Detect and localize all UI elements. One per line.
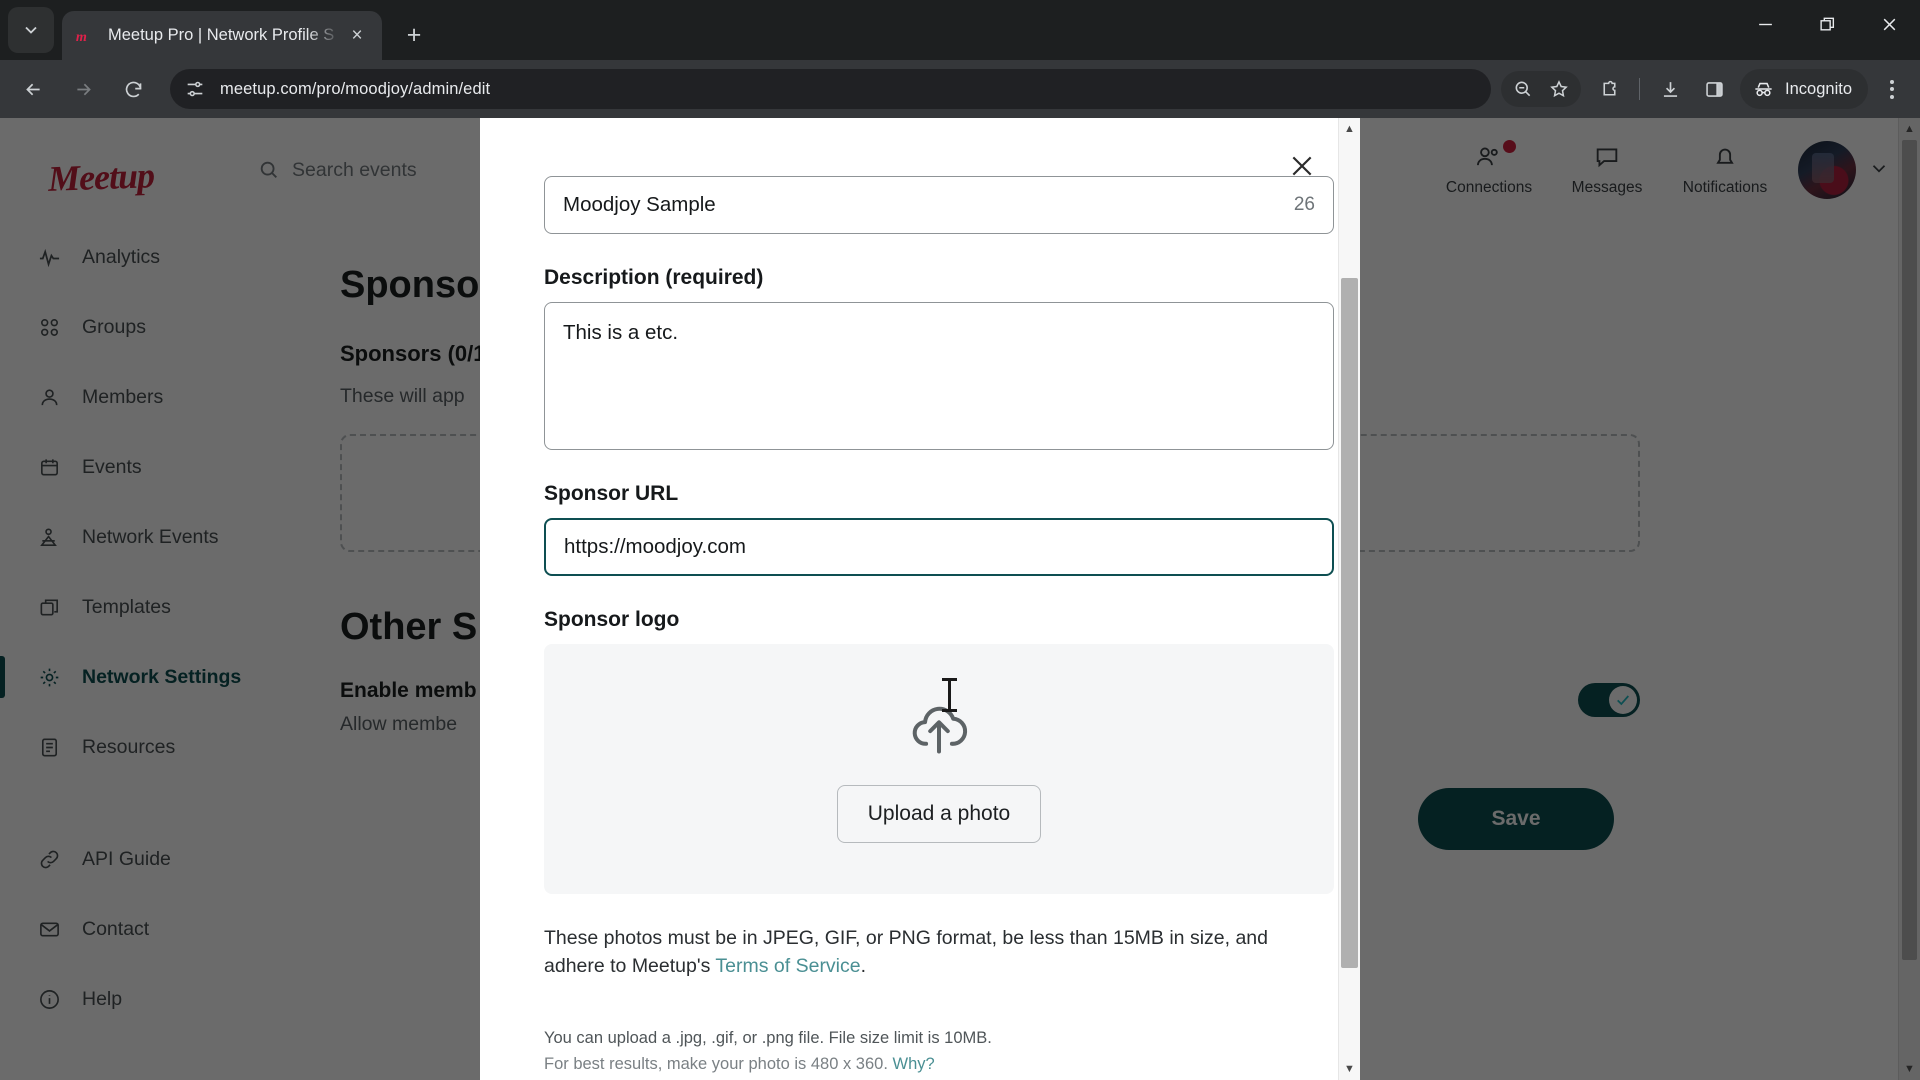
minimize-button[interactable] xyxy=(1734,0,1796,48)
sponsor-url-value: https://moodjoy.com xyxy=(564,535,746,558)
modal-scroll-down-arrow[interactable]: ▼ xyxy=(1339,1058,1360,1080)
close-modal-button[interactable] xyxy=(1282,146,1322,186)
back-button[interactable] xyxy=(11,67,55,111)
zoom-out-button[interactable] xyxy=(1505,71,1541,107)
extensions-icon xyxy=(1602,80,1616,96)
back-arrow-icon xyxy=(25,83,40,95)
modal-scroll-up-arrow[interactable]: ▲ xyxy=(1339,118,1360,140)
maximize-button[interactable] xyxy=(1796,0,1858,48)
best-results-line: For best results, make your photo is 480… xyxy=(544,1051,1334,1077)
sponsor-logo-label: Sponsor logo xyxy=(544,608,680,631)
browser-window: m Meetup Pro | Network Profile S × + mee… xyxy=(0,0,1920,1080)
sponsor-url-label: Sponsor URL xyxy=(544,482,679,505)
bookmark-button[interactable] xyxy=(1541,71,1577,107)
close-tab-button[interactable]: × xyxy=(344,23,370,49)
side-panel-icon xyxy=(1705,81,1723,97)
downloads-icon xyxy=(1663,81,1677,97)
bookmark-star-icon xyxy=(1550,80,1568,98)
browser-toolbar: meetup.com/pro/moodjoy/admin/edit Incogn… xyxy=(0,60,1920,118)
side-panel-button[interactable] xyxy=(1693,68,1735,110)
best-results-text: For best results, make your photo is 480… xyxy=(544,1054,893,1073)
minimize-icon xyxy=(1758,23,1772,25)
new-tab-button[interactable]: + xyxy=(394,15,434,55)
upload-limit-line: You can upload a .jpg, .gif, or .png fil… xyxy=(544,1028,992,1047)
tab-title: Meetup Pro | Network Profile S xyxy=(108,26,335,44)
description-label: Description (required) xyxy=(544,266,764,289)
meetup-logo-icon: m xyxy=(76,29,87,45)
upload-limits-note: You can upload a .jpg, .gif, or .png fil… xyxy=(544,1025,1334,1078)
window-controls xyxy=(1734,0,1920,48)
description-value: This is a etc. xyxy=(563,321,679,344)
sponsor-name-input[interactable]: Moodjoy Sample 26 xyxy=(544,176,1334,234)
character-count: 26 xyxy=(1293,194,1315,215)
close-icon xyxy=(1883,18,1895,30)
restore-icon xyxy=(1819,17,1834,31)
reload-button[interactable] xyxy=(111,67,155,111)
omnibox-actions xyxy=(1501,71,1582,107)
url-text: meetup.com/pro/moodjoy/admin/edit xyxy=(220,79,491,98)
text-cursor xyxy=(942,678,957,712)
close-window-button[interactable] xyxy=(1858,0,1920,48)
downloads-button[interactable] xyxy=(1649,68,1691,110)
logo-dropzone[interactable]: Upload a photo xyxy=(544,644,1334,894)
toolbar-divider xyxy=(1639,78,1641,100)
menu-dot xyxy=(1890,94,1894,99)
zoom-out-icon xyxy=(1515,81,1531,97)
why-link[interactable]: Why? xyxy=(893,1055,935,1073)
edit-sponsor-modal: Moodjoy Sample 26 Description (required)… xyxy=(480,118,1360,1080)
chrome-menu-button[interactable] xyxy=(1872,69,1912,109)
upload-photo-button[interactable]: Upload a photo xyxy=(836,784,1042,843)
photo-format-note: These photos must be in JPEG, GIF, or PN… xyxy=(544,924,1334,981)
forward-arrow-icon xyxy=(76,83,91,95)
browser-tab[interactable]: m Meetup Pro | Network Profile S × xyxy=(62,11,382,60)
tab-search-button[interactable] xyxy=(8,7,54,53)
description-textarea[interactable]: This is a etc. xyxy=(544,302,1334,450)
sponsor-url-input[interactable]: https://moodjoy.com xyxy=(544,518,1334,576)
terms-of-service-link[interactable]: Terms of Service xyxy=(715,955,860,977)
menu-dot xyxy=(1890,87,1894,91)
tab-strip: m Meetup Pro | Network Profile S × + xyxy=(0,0,1920,60)
tune-icon xyxy=(187,81,203,97)
chevron-down-icon xyxy=(25,26,37,34)
address-bar[interactable]: meetup.com/pro/moodjoy/admin/edit xyxy=(170,69,1492,109)
incognito-label: Incognito xyxy=(1785,79,1852,98)
extensions-button[interactable] xyxy=(1588,68,1630,110)
menu-dot xyxy=(1890,79,1894,84)
modal-scrollbar[interactable]: ▲ ▼ xyxy=(1338,118,1360,1080)
reload-icon xyxy=(125,81,141,97)
format-note-prefix: These photos must be in JPEG, GIF, or PN… xyxy=(544,927,1268,978)
page-viewport: Meetup Analytics Groups xyxy=(0,118,1920,1080)
incognito-indicator[interactable]: Incognito xyxy=(1740,69,1868,109)
svg-text:m: m xyxy=(76,29,87,45)
meetup-favicon: m xyxy=(74,25,96,47)
incognito-icon xyxy=(1755,82,1772,96)
format-note-suffix: . xyxy=(860,955,867,978)
site-settings-icon[interactable] xyxy=(184,78,206,100)
close-icon xyxy=(1292,156,1312,176)
sponsor-name-value: Moodjoy Sample xyxy=(563,193,716,216)
check-icon xyxy=(1617,695,1629,706)
cloud-upload-icon xyxy=(908,696,970,763)
forward-button[interactable] xyxy=(61,67,105,111)
modal-body: Moodjoy Sample 26 Description (required)… xyxy=(480,118,1338,1080)
modal-scrollbar-thumb[interactable] xyxy=(1341,278,1358,968)
